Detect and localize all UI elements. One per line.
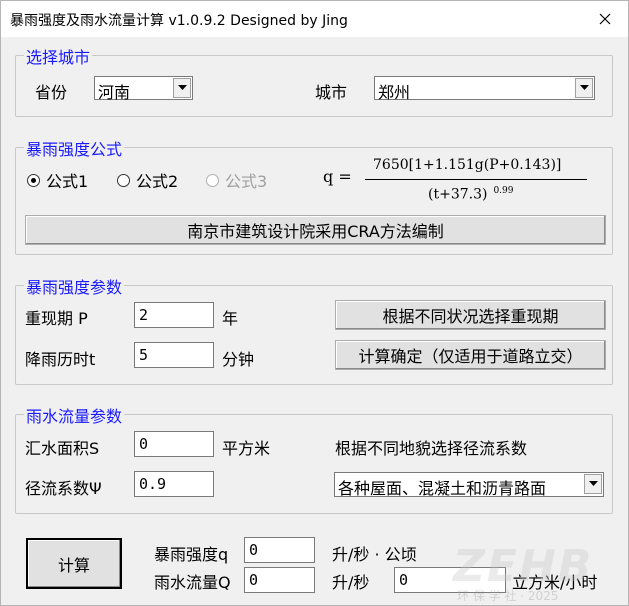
radio-formula-3[interactable]: 公式3: [206, 168, 267, 192]
formula-denominator-wrap: (t+37.3) 0.99: [428, 186, 514, 203]
rain-duration-input[interactable]: [134, 342, 214, 368]
flow-output[interactable]: [244, 567, 315, 593]
flow-group: 雨水流量参数: [15, 403, 613, 514]
close-icon: [599, 13, 611, 25]
province-select[interactable]: 河南: [94, 76, 193, 102]
formula-display: 7650[1+1.151g(P+0.143)] (t+37.3) 0.99: [365, 157, 587, 205]
catchment-area-input[interactable]: [134, 431, 214, 457]
rain-duration-label: 降雨历时t: [25, 350, 96, 369]
formula-source-button[interactable]: 南京市建筑设计院采用CRA方法编制: [25, 215, 606, 245]
intensity-label: 暴雨强度q: [154, 545, 229, 564]
formula-exponent: 0.99: [493, 186, 514, 196]
return-period-input[interactable]: [134, 302, 214, 328]
runoff-coef-hint: 根据不同地貌选择径流系数: [335, 439, 528, 458]
calculate-duration-button[interactable]: 计算确定（仅适用于道路立交）: [335, 340, 606, 370]
formula-fraction-line: [365, 179, 587, 180]
formula-group-title: 暴雨强度公式: [24, 136, 125, 160]
runoff-coef-input[interactable]: [134, 471, 214, 497]
city-group-title: 选择城市: [24, 44, 93, 68]
window-title: 暴雨强度及雨水流量计算 v1.0.9.2 Designed by Jing: [10, 13, 348, 29]
chevron-down-icon: [588, 481, 598, 486]
radio-formula-1-label: 公式1: [46, 172, 89, 191]
select-return-period-button[interactable]: 根据不同状况选择重现期: [335, 300, 606, 330]
chevron-down-icon: [579, 85, 589, 90]
province-dropdown-button[interactable]: [173, 78, 191, 98]
intensity-unit: 升/秒 · 公顷: [332, 545, 417, 564]
flow-unit: 升/秒: [332, 573, 370, 592]
formula-denominator: (t+37.3): [428, 186, 488, 203]
surface-type-dropdown-button[interactable]: [584, 474, 602, 494]
flow-label: 雨水流量Q: [154, 573, 231, 592]
watermark-small-text: 环 保 学 社 · 2025: [457, 589, 559, 603]
radio-formula-3-label: 公式3: [225, 172, 268, 191]
watermark-logo: ZEHB 环 保 学 社 · 2025: [453, 541, 628, 605]
city-dropdown-button[interactable]: [575, 78, 593, 98]
params-group-title: 暴雨强度参数: [24, 274, 125, 298]
chevron-down-icon: [177, 85, 187, 90]
province-label: 省份: [35, 83, 68, 102]
formula-numerator: 7650[1+1.151g(P+0.143)]: [373, 157, 562, 173]
runoff-coef-label: 径流系数Ψ: [25, 479, 102, 498]
catchment-area-label: 汇水面积S: [25, 439, 100, 458]
title-bar: 暴雨强度及雨水流量计算 v1.0.9.2 Designed by Jing: [1, 1, 628, 37]
flow-group-title: 雨水流量参数: [24, 403, 125, 427]
watermark-big-text: ZEHB: [453, 541, 594, 592]
radio-dot-icon: [117, 173, 130, 187]
return-period-label: 重现期 P: [25, 309, 88, 328]
surface-type-select[interactable]: 各种屋面、混凝土和沥青路面: [334, 472, 604, 498]
radio-dot-icon: [206, 173, 219, 187]
radio-dot-icon: [27, 173, 40, 187]
intensity-output[interactable]: [244, 537, 315, 563]
city-label: 城市: [315, 83, 348, 102]
catchment-area-unit: 平方米: [222, 439, 271, 458]
close-button[interactable]: [582, 1, 628, 37]
radio-formula-2[interactable]: 公式2: [117, 168, 178, 192]
radio-formula-2-label: 公式2: [136, 172, 179, 191]
calculate-button[interactable]: 计算: [26, 538, 122, 589]
rain-duration-unit: 分钟: [222, 350, 255, 369]
app-window: 暴雨强度及雨水流量计算 v1.0.9.2 Designed by Jing 选择…: [0, 0, 629, 606]
city-select[interactable]: 郑州: [374, 76, 595, 102]
city-value: 郑州: [378, 83, 411, 102]
radio-formula-1[interactable]: 公式1: [27, 168, 88, 192]
province-value: 河南: [98, 83, 131, 102]
surface-type-value: 各种屋面、混凝土和沥青路面: [338, 479, 547, 498]
formula-lhs: q =: [323, 167, 352, 186]
return-period-unit: 年: [222, 309, 239, 328]
